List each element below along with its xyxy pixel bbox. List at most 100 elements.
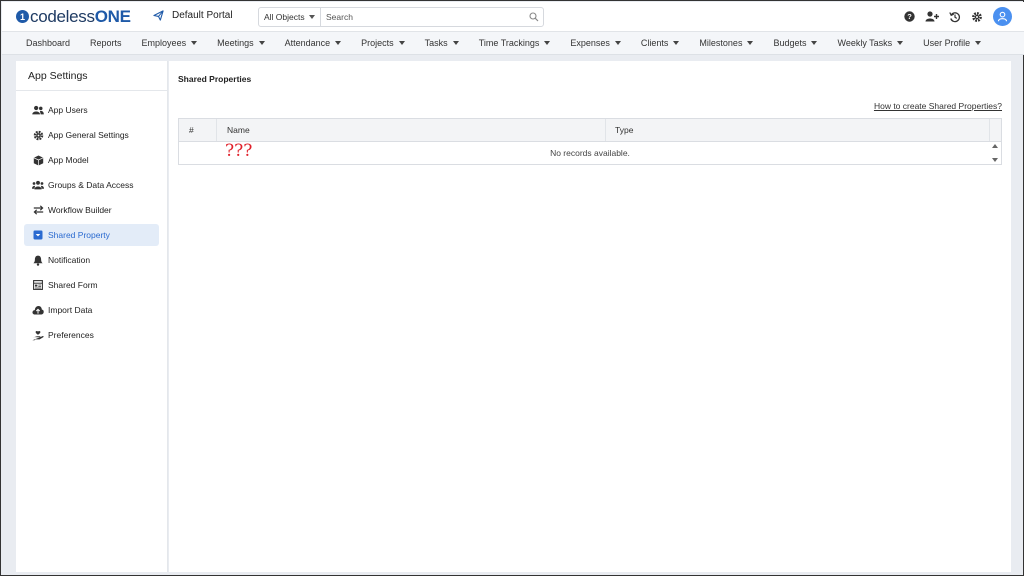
sidebar-item-label: Shared Property [48, 230, 110, 240]
hand-heart-icon [32, 329, 44, 341]
scroll-up-icon[interactable] [992, 144, 998, 148]
bell-icon [32, 254, 44, 266]
chevron-down-icon [308, 15, 315, 19]
empty-message: No records available. [550, 148, 630, 158]
chevron-down-icon [335, 41, 342, 45]
nav-item[interactable]: Budgets [773, 38, 818, 48]
grid-header: # Name Type [179, 119, 1001, 142]
nav-item-label: Expenses [570, 38, 610, 48]
sidebar-menu: App Users App General Settings App Model… [16, 91, 167, 346]
vertical-scrollbar[interactable] [991, 144, 999, 162]
object-scope-label: All Objects [264, 12, 305, 22]
sidebar-item-preferences[interactable]: Preferences [24, 324, 159, 346]
nav-item[interactable]: Dashboard [26, 38, 70, 48]
chevron-down-icon [975, 41, 982, 45]
nav-item[interactable]: User Profile [923, 38, 982, 48]
nav-item-label: Milestones [699, 38, 743, 48]
nav-item[interactable]: Expenses [570, 38, 621, 48]
chevron-down-icon [811, 41, 818, 45]
object-scope-select[interactable]: All Objects [259, 8, 321, 26]
sidebar-item-label: App Model [48, 155, 89, 165]
help-link[interactable]: How to create Shared Properties? [874, 101, 1002, 111]
nav-item[interactable]: Projects [361, 38, 405, 48]
top-bar: 1 codelessONE Default Portal All Objects… [2, 2, 1024, 31]
swap-arrows-icon [32, 204, 44, 216]
group-icon [32, 179, 44, 191]
sidebar-item-label: App General Settings [48, 130, 129, 140]
nav-item-label: Reports [90, 38, 122, 48]
logo-mark: 1 [16, 10, 29, 23]
sidebar-item-app-model[interactable]: App Model [24, 149, 159, 171]
nav-item[interactable]: Tasks [425, 38, 459, 48]
nav-item-label: Employees [141, 38, 187, 48]
chevron-down-icon [191, 41, 198, 45]
nav-item-label: User Profile [923, 38, 971, 48]
nav-item[interactable]: Employees [142, 38, 198, 48]
add-user-icon[interactable] [925, 11, 939, 23]
portal-name: Default Portal [172, 10, 233, 21]
sidebar-item-app-users[interactable]: App Users [24, 99, 159, 121]
nav-item[interactable]: Milestones [699, 38, 754, 48]
nav-item-label: Clients [640, 38, 669, 48]
sidebar-item-label: Shared Form [48, 280, 98, 290]
sidebar-item-import-data[interactable]: Import Data [24, 299, 159, 321]
users-icon [32, 104, 44, 116]
settings-icon[interactable] [971, 11, 983, 23]
search-icon[interactable] [525, 12, 543, 22]
chevron-down-icon [258, 41, 265, 45]
form-icon [32, 279, 44, 291]
scroll-down-icon[interactable] [992, 158, 998, 162]
page-title: Shared Properties [178, 74, 252, 84]
gear-icon [32, 129, 44, 141]
sidebar-item-workflow-builder[interactable]: Workflow Builder [24, 199, 159, 221]
app-window: 1 codelessONE Default Portal All Objects… [0, 0, 1024, 576]
grid-body: ??? No records available. [179, 142, 1001, 164]
dropdown-box-icon [32, 229, 44, 241]
header-scroll-gutter [989, 119, 1001, 141]
brand-logo[interactable]: 1 codelessONE [16, 8, 131, 25]
cloud-upload-icon [32, 304, 44, 316]
nav-item[interactable]: Attendance [285, 38, 342, 48]
chevron-down-icon [614, 41, 621, 45]
column-header-type[interactable]: Type [606, 119, 989, 141]
sidebar-item-shared-property[interactable]: Shared Property [24, 224, 159, 246]
user-avatar-icon[interactable] [993, 7, 1012, 26]
cube-icon [32, 154, 44, 166]
nav-item-label: Meetings [217, 38, 254, 48]
nav-item[interactable]: Reports [90, 38, 122, 48]
sidebar-item-label: Groups & Data Access [48, 180, 134, 190]
chevron-down-icon [747, 41, 754, 45]
sidebar-title: App Settings [16, 61, 167, 91]
settings-sidebar: App Settings App Users App General Setti… [16, 61, 168, 572]
chevron-down-icon [673, 41, 680, 45]
portal-switcher[interactable]: Default Portal [153, 10, 233, 21]
sidebar-item-app-general-settings[interactable]: App General Settings [24, 124, 159, 146]
nav-item[interactable]: Clients [641, 38, 680, 48]
sidebar-item-label: Import Data [48, 305, 93, 315]
column-header-number[interactable]: # [179, 119, 217, 141]
nav-item-label: Budgets [773, 38, 807, 48]
chevron-down-icon [452, 41, 459, 45]
nav-item[interactable]: Meetings [217, 38, 265, 48]
sidebar-item-notification[interactable]: Notification [24, 249, 159, 271]
nav-item-label: Time Trackings [478, 38, 540, 48]
sidebar-item-label: Workflow Builder [48, 205, 112, 215]
sidebar-item-label: Preferences [48, 330, 94, 340]
global-search: All Objects [258, 7, 544, 27]
nav-item-label: Projects [361, 38, 394, 48]
logo-text: codelessONE [30, 7, 131, 26]
sidebar-item-groups-data-access[interactable]: Groups & Data Access [24, 174, 159, 196]
nav-item[interactable]: Time Trackings [479, 38, 551, 48]
sidebar-item-label: App Users [48, 105, 88, 115]
search-input[interactable] [321, 9, 525, 25]
svg-text:?: ? [907, 12, 912, 21]
main-nav: Dashboard Reports Employees Meetings Att… [2, 31, 1024, 55]
column-header-name[interactable]: Name [217, 119, 606, 141]
chevron-down-icon [398, 41, 405, 45]
sidebar-item-shared-form[interactable]: Shared Form [24, 274, 159, 296]
nav-item-label: Attendance [284, 38, 331, 48]
top-actions: ? [895, 7, 1012, 26]
help-icon[interactable]: ? [903, 11, 915, 23]
history-icon[interactable] [949, 11, 961, 23]
nav-item[interactable]: Weekly Tasks [837, 38, 904, 48]
